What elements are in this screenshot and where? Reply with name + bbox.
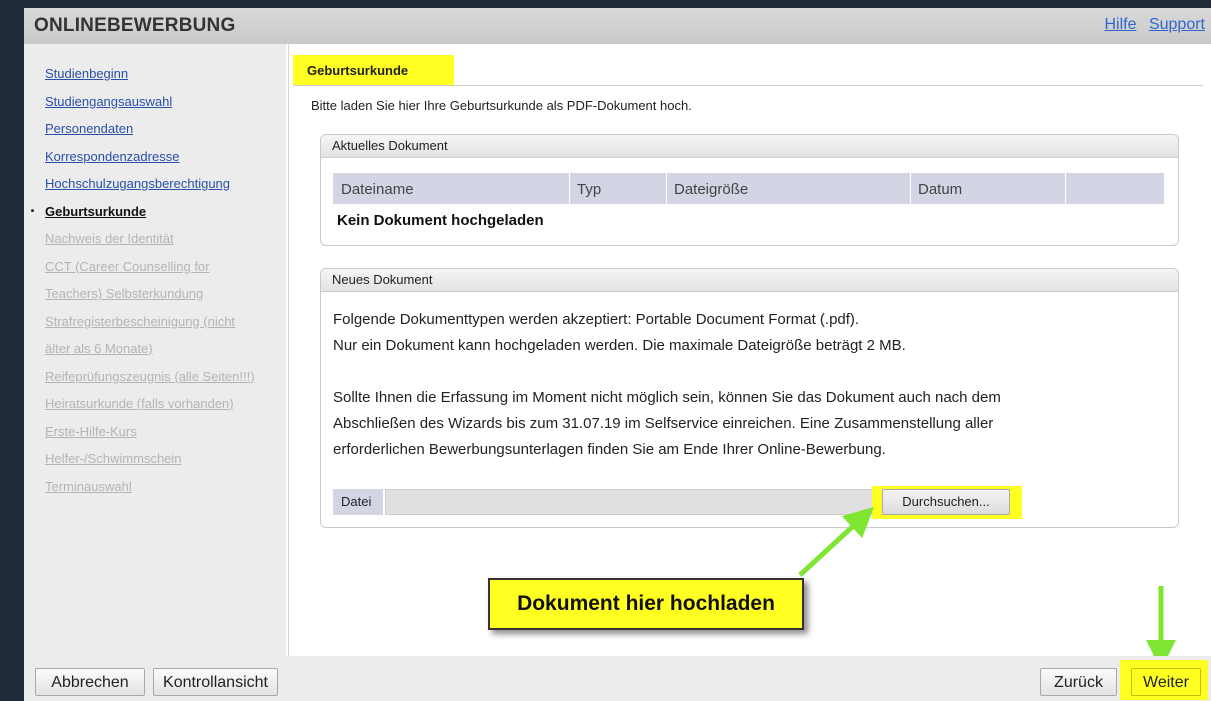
next-button[interactable]: Weiter — [1131, 668, 1201, 696]
step-studienbeginn[interactable]: Studienbeginn — [24, 60, 286, 88]
cancel-button[interactable]: Abbrechen — [35, 668, 145, 696]
column-header-size: Dateigröße — [674, 181, 749, 198]
panel-title: Aktuelles Dokument — [321, 135, 1178, 158]
intro-text: Bitte laden Sie hier Ihre Geburtsurkunde… — [311, 98, 692, 113]
step-label: Terminauswahl — [45, 478, 132, 494]
window-frame-top — [0, 0, 1211, 8]
wizard-step-sidebar: Studienbeginn Studiengangsauswahl Person… — [24, 44, 286, 656]
step-personendaten[interactable]: Personendaten — [24, 115, 286, 143]
column-divider — [666, 173, 667, 204]
step-label[interactable]: Hochschulzugangsberechtigung — [45, 176, 230, 191]
step-label: Teachers) Selbsterkundung — [45, 286, 204, 301]
step-strafregister: Strafregisterbescheinigung (nicht — [24, 308, 286, 336]
step-cct-cont: Teachers) Selbsterkundung — [24, 280, 286, 308]
file-path-input[interactable] — [385, 489, 876, 515]
back-button[interactable]: Zurück — [1040, 668, 1117, 696]
step-label[interactable]: Korrespondenzadresse — [45, 149, 179, 164]
step-label: Reifeprüfungszeugnis (alle Seiten!!!) — [45, 368, 255, 384]
column-divider — [569, 173, 570, 204]
step-erste-hilfe: Erste-Hilfe-Kurs — [24, 418, 286, 446]
column-divider — [910, 173, 911, 204]
app-header: ONLINEBEWERBUNG Hilfe Support — [24, 8, 1211, 44]
step-label[interactable]: Personendaten — [45, 121, 133, 136]
new-document-panel: Neues Dokument Folgende Dokumenttypen we… — [320, 268, 1179, 528]
step-reifepruefung: Reifeprüfungszeugnis (alle Seiten!!!) — [24, 363, 286, 391]
window-frame-left — [0, 0, 24, 701]
step-label[interactable]: Studienbeginn — [45, 66, 128, 81]
step-strafregister-cont: älter als 6 Monate) — [24, 335, 286, 363]
app-title: ONLINEBEWERBUNG — [34, 15, 236, 36]
help-link[interactable]: Hilfe — [1104, 16, 1136, 33]
current-document-panel: Aktuelles Dokument Dateiname Typ Dateigr… — [320, 134, 1179, 246]
file-label: Datei — [333, 489, 383, 515]
browse-button[interactable]: Durchsuchen... — [882, 489, 1010, 515]
step-korrespondenzadresse[interactable]: Korrespondenzadresse — [24, 143, 286, 171]
support-link[interactable]: Support — [1149, 16, 1205, 33]
browse-highlight: Durchsuchen... — [872, 486, 1022, 519]
info-text-line3: erforderlichen Bewerbungsunterlagen find… — [333, 441, 886, 458]
step-label[interactable]: Studiengangsauswahl — [45, 94, 172, 109]
step-studiengangsauswahl[interactable]: Studiengangsauswahl — [24, 88, 286, 116]
step-label: Nachweis der Identität — [45, 231, 174, 246]
column-header-filename: Dateiname — [341, 181, 414, 198]
column-header-date: Datum — [918, 181, 963, 198]
tab-label: Geburtsurkunde — [307, 63, 409, 78]
step-heiratsurkunde: Heiratsurkunde (falls vorhanden) — [24, 390, 286, 418]
step-terminauswahl: Terminauswahl — [24, 473, 286, 501]
step-cct: CCT (Career Counselling for — [24, 253, 286, 281]
file-upload-row: Datei Durchsuchen... — [333, 486, 1164, 519]
step-label: Erste-Hilfe-Kurs — [45, 423, 137, 439]
step-geburtsurkunde-current: Geburtsurkunde — [24, 198, 286, 226]
step-identitaet: Nachweis der Identität — [24, 225, 286, 253]
overview-button[interactable]: Kontrollansicht — [153, 668, 278, 696]
step-label: Strafregisterbescheinigung (nicht — [45, 313, 236, 329]
upload-hint-callout: Dokument hier hochladen — [488, 578, 804, 630]
panel-title: Neues Dokument — [321, 269, 1178, 292]
document-table-header: Dateiname Typ Dateigröße Datum — [333, 173, 1164, 204]
step-label: Helfer-/Schwimmschein — [45, 451, 182, 466]
step-label: CCT (Career Counselling for — [45, 258, 210, 274]
header-links: Hilfe Support — [1096, 16, 1205, 34]
step-label: Geburtsurkunde — [45, 203, 147, 219]
tab-divider — [293, 85, 1203, 86]
no-document-message: Kein Dokument hochgeladen — [337, 212, 544, 229]
step-label: Heiratsurkunde (falls vorhanden) — [45, 396, 234, 411]
tab-geburtsurkunde[interactable]: Geburtsurkunde — [293, 55, 454, 86]
column-header-type: Typ — [577, 181, 602, 198]
accepted-types-text: Folgende Dokumenttypen werden akzeptiert… — [333, 311, 860, 328]
info-text-line2: Abschließen des Wizards bis zum 31.07.19… — [333, 415, 994, 432]
step-schwimmschein: Helfer-/Schwimmschein — [24, 445, 286, 473]
step-hochschulzugangsberechtigung[interactable]: Hochschulzugangsberechtigung — [24, 170, 286, 198]
info-text-line1: Sollte Ihnen die Erfassung im Moment nic… — [333, 389, 1001, 406]
step-label: älter als 6 Monate) — [45, 341, 153, 356]
max-size-text: Nur ein Dokument kann hochgeladen werden… — [333, 337, 906, 354]
column-divider — [1065, 173, 1066, 204]
